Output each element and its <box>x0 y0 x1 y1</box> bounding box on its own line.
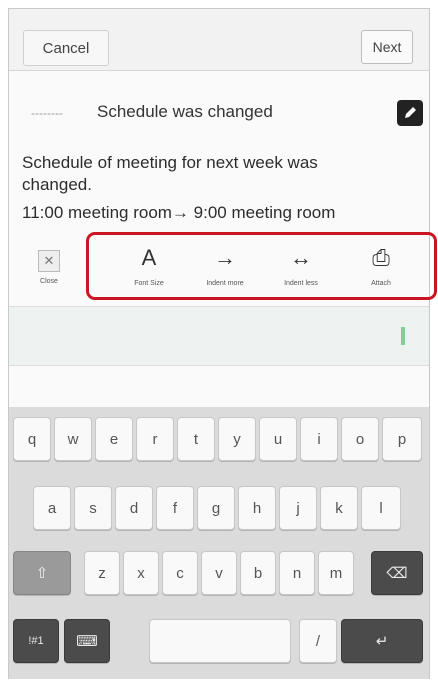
key-k[interactable]: k <box>320 486 358 530</box>
key-v[interactable]: v <box>201 551 237 595</box>
key-c[interactable]: c <box>162 551 198 595</box>
backspace-key[interactable]: ⌫ <box>371 551 423 595</box>
subject-row[interactable]: -------- Schedule was changed <box>9 90 429 134</box>
key-a[interactable]: a <box>33 486 71 530</box>
key-h[interactable]: h <box>238 486 276 530</box>
x-icon: ✕ <box>38 250 60 272</box>
key-s[interactable]: s <box>74 486 112 530</box>
body-line-2: changed. <box>22 175 92 194</box>
keyboard-settings-key[interactable]: ⌨ <box>64 619 110 663</box>
key-r[interactable]: r <box>136 417 174 461</box>
key-y[interactable]: y <box>218 417 256 461</box>
key-f[interactable]: f <box>156 486 194 530</box>
key-t[interactable]: t <box>177 417 215 461</box>
key-w[interactable]: w <box>54 417 92 461</box>
next-button[interactable]: Next <box>361 30 413 64</box>
shift-key[interactable]: ⇧ <box>13 551 71 595</box>
symbols-key[interactable]: !#1 <box>13 619 59 663</box>
key-g[interactable]: g <box>197 486 235 530</box>
key-i[interactable]: i <box>300 417 338 461</box>
enter-icon: ↵ <box>375 633 389 650</box>
enter-key[interactable]: ↵ <box>341 619 423 663</box>
key-z[interactable]: z <box>84 551 120 595</box>
text-input-area[interactable] <box>9 306 429 366</box>
toolbar-close-label: Close <box>40 278 58 285</box>
space-key[interactable] <box>149 619 291 663</box>
edit-icon[interactable] <box>397 100 423 126</box>
subject-field[interactable]: Schedule was changed <box>97 102 273 122</box>
toolbar-highlight <box>86 232 437 300</box>
body-line-3: 11:00 meeting room→ 9:00 meeting room <box>22 203 336 222</box>
cancel-button[interactable]: Cancel <box>23 30 109 66</box>
key-m[interactable]: m <box>318 551 354 595</box>
backspace-icon: ⌫ <box>386 565 408 582</box>
key-d[interactable]: d <box>115 486 153 530</box>
keyboard-settings-icon: ⌨ <box>76 633 98 650</box>
key-e[interactable]: e <box>95 417 133 461</box>
key-b[interactable]: b <box>240 551 276 595</box>
key-n[interactable]: n <box>279 551 315 595</box>
key-o[interactable]: o <box>341 417 379 461</box>
toolbar-close-button[interactable]: ✕ Close <box>29 242 69 298</box>
key-q[interactable]: q <box>13 417 51 461</box>
soft-keyboard: q w e r t y u i o p a s d f g h j k l ⇧ … <box>9 407 429 679</box>
shift-icon: ⇧ <box>35 565 49 582</box>
key-j[interactable]: j <box>279 486 317 530</box>
slash-key[interactable]: / <box>299 619 337 663</box>
top-bar: Cancel Next <box>9 9 429 71</box>
key-x[interactable]: x <box>123 551 159 595</box>
key-u[interactable]: u <box>259 417 297 461</box>
cursor-indicator <box>401 327 405 345</box>
subject-prefix: -------- <box>31 106 63 120</box>
key-p[interactable]: p <box>382 417 422 461</box>
message-body[interactable]: Schedule of meeting for next week was ch… <box>22 152 422 224</box>
body-line-1: Schedule of meeting for next week was <box>22 153 318 172</box>
key-l[interactable]: l <box>361 486 401 530</box>
